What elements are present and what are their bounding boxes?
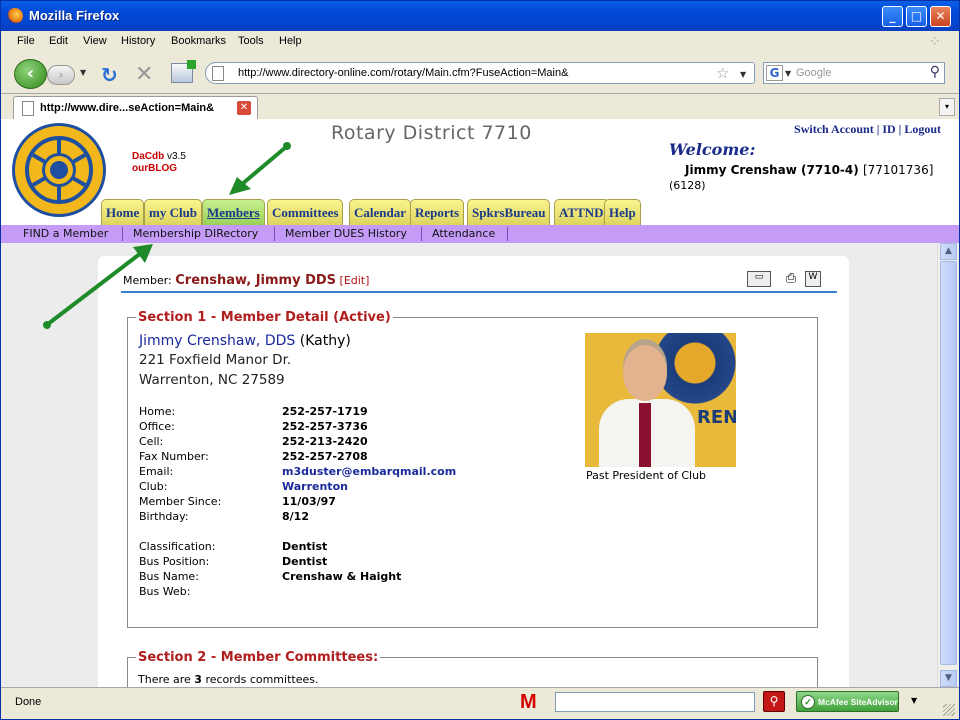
search-icon[interactable]: ⚲ [930,64,940,80]
menu-history[interactable]: History [121,35,155,47]
tab-list-button[interactable]: ▾ [939,98,955,116]
menu-bookmarks[interactable]: Bookmarks [171,35,226,47]
bookmark-star-icon[interactable]: ☆ [716,64,729,82]
firefox-icon [7,8,23,24]
status-text: Done [15,696,42,708]
close-tab-icon[interactable]: ✕ [237,101,251,115]
menu-edit[interactable]: Edit [49,35,68,47]
annotation-arrows [43,142,291,329]
arrow-to-membership-directory [43,244,153,329]
forward-button[interactable]: › [47,65,75,85]
new-tab-icon[interactable] [171,60,196,83]
menu-tools[interactable]: Tools [238,35,264,47]
throbber-icon: ⁘ [929,33,941,49]
siteadvisor-label: McAfee SiteAdvisor [818,697,898,707]
check-icon: ✓ [801,695,815,709]
mcafee-search-icon[interactable]: ⚲ [763,691,785,712]
navigation-toolbar: ‹ › ▼ ↻ ✕ http://www.directory-online.co… [1,53,959,91]
menu-view[interactable]: View [83,35,107,47]
title-bar: Mozilla Firefox _ □ ✕ [1,1,959,31]
minimize-button[interactable]: _ [882,6,903,27]
mcafee-search-input[interactable] [555,692,755,712]
siteadvisor-button[interactable]: ✓ McAfee SiteAdvisor [796,691,899,712]
window-title: Mozilla Firefox [29,8,120,23]
menu-bar: File Edit View History Bookmarks Tools H… [1,31,959,51]
page-icon [212,66,224,81]
search-box[interactable]: G ▼ Google ⚲ [763,62,945,84]
google-icon[interactable]: G [766,65,783,81]
history-dropdown-icon[interactable]: ▼ [80,68,86,77]
maximize-button[interactable]: □ [906,6,927,27]
page-icon [22,101,34,116]
search-engine-dropdown-icon[interactable]: ▼ [785,69,791,78]
tab-title: http://www.dire...seAction=Main& [40,102,215,114]
url-dropdown-icon[interactable]: ▼ [740,70,746,79]
stop-icon[interactable]: ✕ [135,62,153,87]
menu-help[interactable]: Help [279,35,302,47]
back-button[interactable]: ‹ [14,59,47,89]
close-button[interactable]: ✕ [930,6,951,27]
reload-icon[interactable]: ↻ [101,63,118,87]
siteadvisor-dropdown-icon[interactable]: ▼ [911,696,917,705]
browser-tab[interactable]: http://www.dire...seAction=Main& ✕ [13,96,258,120]
url-text[interactable]: http://www.directory-online.com/rotary/M… [238,67,568,79]
search-placeholder: Google [796,67,832,79]
mcafee-logo-icon[interactable]: M [520,691,537,714]
resize-grip[interactable] [943,704,955,716]
menu-file[interactable]: File [17,35,35,47]
page-content: DaCdb v3.5 ourBLOG Rotary District 7710 … [1,119,959,687]
url-bar[interactable]: http://www.directory-online.com/rotary/M… [205,62,755,84]
status-bar: Done M ⚲ ✓ McAfee SiteAdvisor ▼ [1,687,959,719]
tab-strip: http://www.dire...seAction=Main& ✕ ▾ [1,93,959,120]
arrow-to-members-tab [229,142,291,195]
browser-window: Mozilla Firefox _ □ ✕ File Edit View His… [0,0,960,720]
